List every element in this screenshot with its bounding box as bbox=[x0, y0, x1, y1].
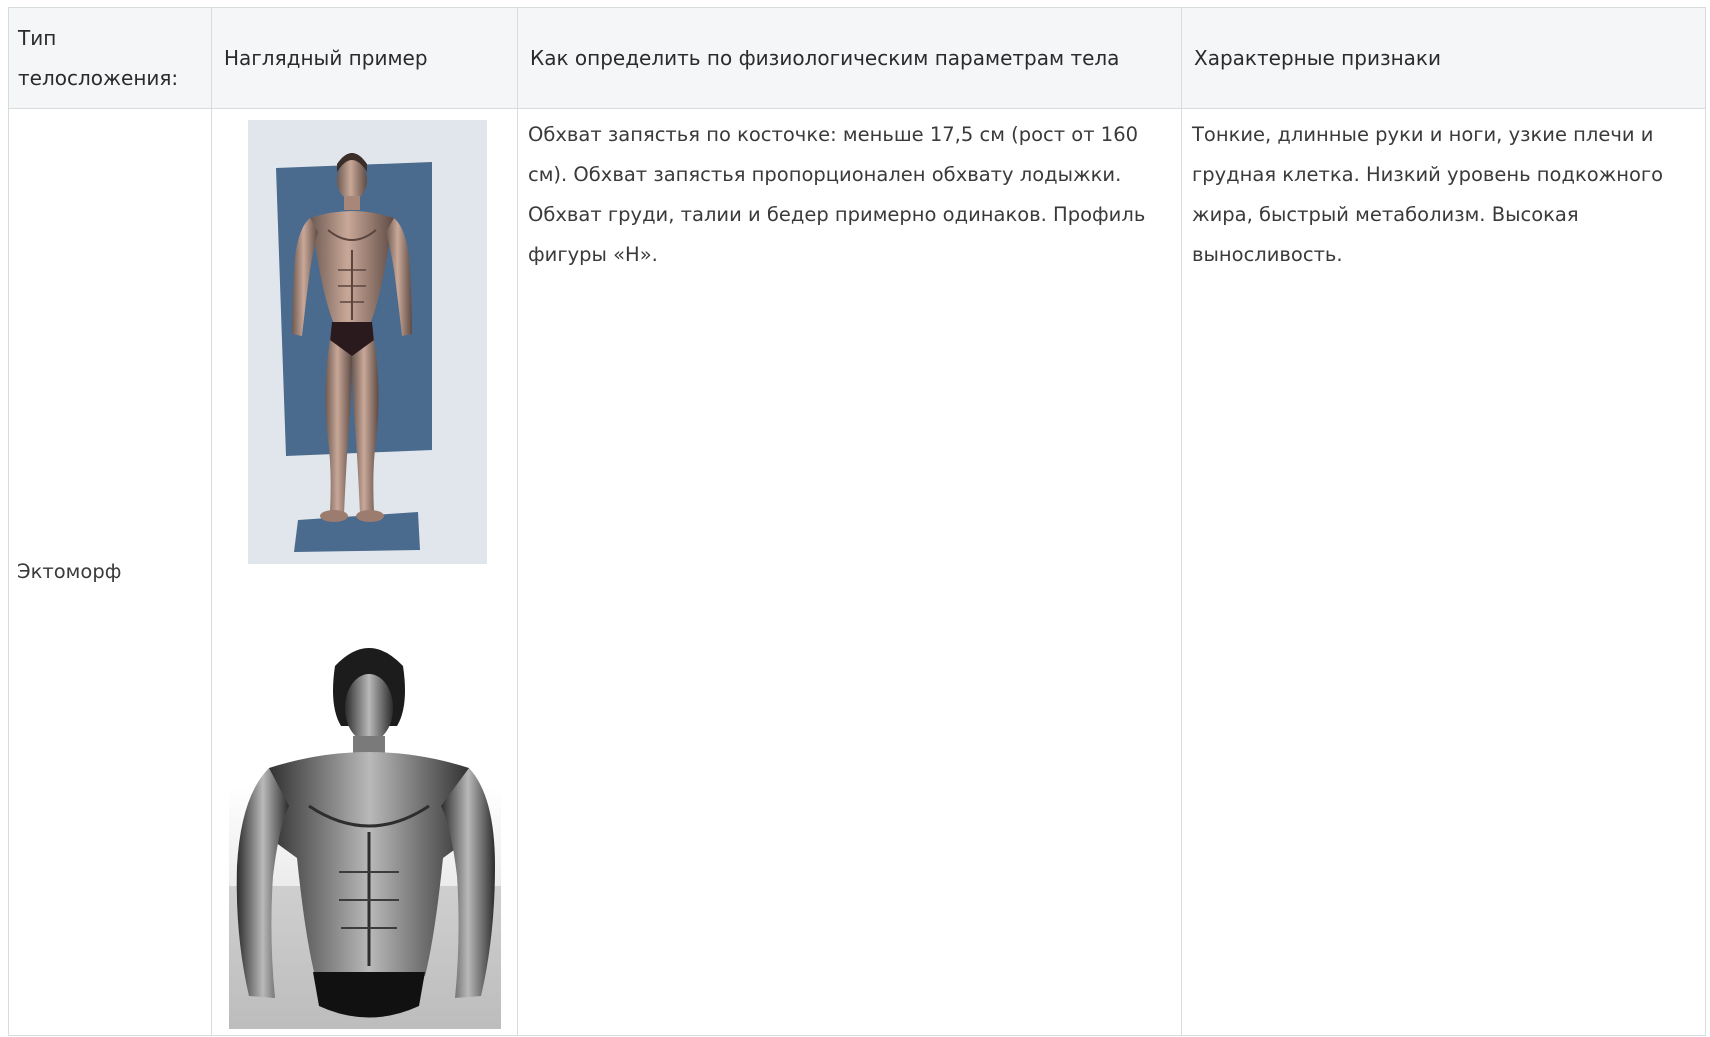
header-traits: Характерные признаки bbox=[1181, 7, 1706, 109]
ectomorph-illustration-image bbox=[248, 120, 487, 564]
header-body-type: Тип телосложения: bbox=[8, 7, 212, 109]
body-type-table-wrapper: Тип телосложения: Наглядный пример Как о… bbox=[8, 7, 1706, 1037]
header-how-to-identify: Как определить по физиологическим параме… bbox=[517, 7, 1182, 109]
cell-body-type: Эктоморф bbox=[8, 108, 212, 1036]
cell-traits: Тонкие, длинные руки и ноги, узкие плечи… bbox=[1181, 108, 1706, 1036]
ectomorph-photo-image bbox=[229, 636, 501, 1029]
table-header-row: Тип телосложения: Наглядный пример Как о… bbox=[8, 7, 1706, 109]
table-row: Эктоморф Обхват запястья по косточке: ме… bbox=[8, 108, 1706, 1036]
header-visual-example: Наглядный пример bbox=[211, 7, 518, 109]
cell-how-to-identify: Обхват запястья по косточке: меньше 17,5… bbox=[517, 108, 1182, 1036]
cell-visual-example bbox=[211, 108, 518, 1036]
body-type-table: Тип телосложения: Наглядный пример Как о… bbox=[8, 7, 1706, 1036]
